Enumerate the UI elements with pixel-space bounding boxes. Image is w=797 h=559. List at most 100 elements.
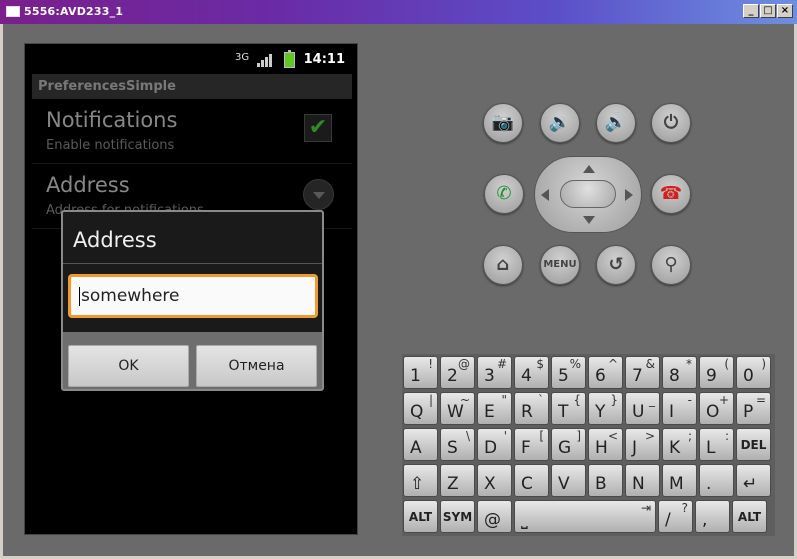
key[interactable]: ⇧ bbox=[403, 464, 438, 497]
cancel-button[interactable]: Отмена bbox=[196, 345, 317, 387]
key[interactable]: Z bbox=[440, 464, 475, 497]
dpad-left-icon[interactable] bbox=[535, 189, 549, 201]
key[interactable]: D ' bbox=[477, 428, 512, 461]
key[interactable]: M bbox=[662, 464, 697, 497]
key[interactable]: N bbox=[625, 464, 660, 497]
key[interactable]: J > bbox=[625, 428, 660, 461]
key[interactable]: /? bbox=[658, 500, 693, 533]
key[interactable]: 7 & bbox=[625, 356, 660, 389]
key-secondary-label: - bbox=[687, 393, 692, 407]
call-button[interactable]: ✆ bbox=[484, 174, 524, 214]
home-icon: ⌂ bbox=[496, 254, 510, 275]
key[interactable]: 6 ^ bbox=[588, 356, 623, 389]
key-secondary-label: ( bbox=[724, 357, 729, 371]
key-label: A bbox=[410, 438, 422, 458]
address-input-value: somewhere bbox=[81, 286, 180, 306]
search-button[interactable]: ⚲ bbox=[651, 245, 691, 285]
key[interactable]: W ~ bbox=[440, 392, 475, 425]
volume-up-button[interactable]: 🔊 bbox=[596, 103, 636, 143]
key[interactable]: @ bbox=[477, 500, 512, 533]
key[interactable]: SYM bbox=[440, 500, 475, 533]
volume-up-icon: 🔊 bbox=[604, 112, 628, 133]
key-label: ↵ bbox=[743, 474, 758, 494]
key[interactable]: ALT bbox=[732, 500, 767, 533]
key-label: 8 bbox=[669, 366, 680, 386]
key[interactable]: 0) bbox=[736, 356, 771, 389]
key[interactable]: 3 # bbox=[477, 356, 512, 389]
key[interactable]: R ` bbox=[514, 392, 549, 425]
key-secondary-label: + bbox=[718, 393, 729, 407]
key[interactable]: 2 @ bbox=[440, 356, 475, 389]
key-label: U bbox=[632, 402, 645, 422]
key-label: 1 bbox=[410, 366, 421, 386]
key[interactable]: L: bbox=[699, 428, 734, 461]
key-label: ⇧ bbox=[410, 474, 425, 494]
window-titlebar: 5556:AVD233_1 _ □ × bbox=[0, 0, 797, 24]
key[interactable]: 8 * bbox=[662, 356, 697, 389]
key-label: @ bbox=[484, 510, 501, 530]
key-secondary-label: [ bbox=[539, 429, 544, 443]
close-button[interactable]: × bbox=[777, 4, 793, 18]
volume-down-button[interactable]: 🔉 bbox=[540, 103, 580, 143]
address-input[interactable]: somewhere bbox=[68, 274, 318, 318]
key[interactable]: S \ bbox=[440, 428, 475, 461]
dpad-up-icon[interactable] bbox=[583, 159, 595, 173]
key[interactable]: B bbox=[588, 464, 623, 497]
key[interactable]: ↵ bbox=[736, 464, 771, 497]
key-label: X bbox=[484, 474, 496, 494]
key-secondary-label: ; bbox=[687, 429, 692, 443]
key[interactable]: Q | bbox=[403, 392, 438, 425]
key[interactable]: 4 $ bbox=[514, 356, 549, 389]
key[interactable]: DEL bbox=[736, 428, 771, 461]
key[interactable]: U _ bbox=[625, 392, 660, 425]
key-label: ALT bbox=[408, 510, 433, 524]
end-call-button[interactable]: ☎ bbox=[651, 174, 691, 214]
key[interactable]: F[ bbox=[514, 428, 549, 461]
key-label: S bbox=[447, 438, 458, 458]
key-label: . bbox=[706, 474, 712, 494]
key[interactable]: V bbox=[551, 464, 586, 497]
key[interactable]: C bbox=[514, 464, 549, 497]
key-label: P bbox=[743, 402, 754, 422]
key-secondary-label: } bbox=[610, 393, 618, 407]
key-label: SYM bbox=[442, 510, 473, 524]
key-secondary-label: < bbox=[607, 429, 618, 443]
key[interactable]: . bbox=[699, 464, 734, 497]
key[interactable]: O + bbox=[699, 392, 734, 425]
key[interactable]: A bbox=[403, 428, 438, 461]
key[interactable]: , bbox=[695, 500, 730, 533]
key[interactable]: X bbox=[477, 464, 512, 497]
key[interactable]: I- bbox=[662, 392, 697, 425]
camera-icon: 📷 bbox=[491, 112, 515, 133]
key[interactable]: Y} bbox=[588, 392, 623, 425]
home-button[interactable]: ⌂ bbox=[483, 245, 523, 285]
key[interactable]: 9( bbox=[699, 356, 734, 389]
key[interactable]: K; bbox=[662, 428, 697, 461]
window-title: 5556:AVD233_1 bbox=[24, 5, 124, 18]
key-label: H bbox=[595, 438, 608, 458]
ok-button[interactable]: OK bbox=[68, 345, 189, 387]
key[interactable]: ALT bbox=[403, 500, 438, 533]
camera-button[interactable]: 📷 bbox=[483, 103, 523, 143]
key[interactable]: P = bbox=[736, 392, 771, 425]
power-button[interactable]: ⏻ bbox=[651, 103, 691, 143]
menu-button[interactable]: MENU bbox=[540, 245, 580, 285]
key-label: ALT bbox=[737, 510, 762, 524]
key[interactable]: 1! bbox=[403, 356, 438, 389]
key[interactable]: H < bbox=[588, 428, 623, 461]
key[interactable]: ⎵ ⇥ bbox=[514, 500, 656, 533]
key[interactable]: 5% bbox=[551, 356, 586, 389]
key[interactable]: T{ bbox=[551, 392, 586, 425]
back-button[interactable]: ↺ bbox=[596, 245, 636, 285]
key-secondary-label: > bbox=[644, 429, 655, 443]
dpad[interactable] bbox=[534, 156, 642, 233]
key[interactable]: G] bbox=[551, 428, 586, 461]
key[interactable]: E " bbox=[477, 392, 512, 425]
minimize-button[interactable]: _ bbox=[743, 4, 759, 18]
maximize-button[interactable]: □ bbox=[760, 4, 776, 18]
dpad-right-icon[interactable] bbox=[625, 189, 639, 201]
hardware-keyboard: 1! 2 @3 #4 $5% 6 ^ 7 & 8 * 9(0) Q | W ~ E " R ` T{Y} U _ I - O + P =… bbox=[402, 354, 775, 536]
dpad-center-button[interactable] bbox=[560, 180, 616, 208]
dpad-down-icon[interactable] bbox=[583, 216, 595, 230]
key-label: L bbox=[706, 438, 716, 458]
